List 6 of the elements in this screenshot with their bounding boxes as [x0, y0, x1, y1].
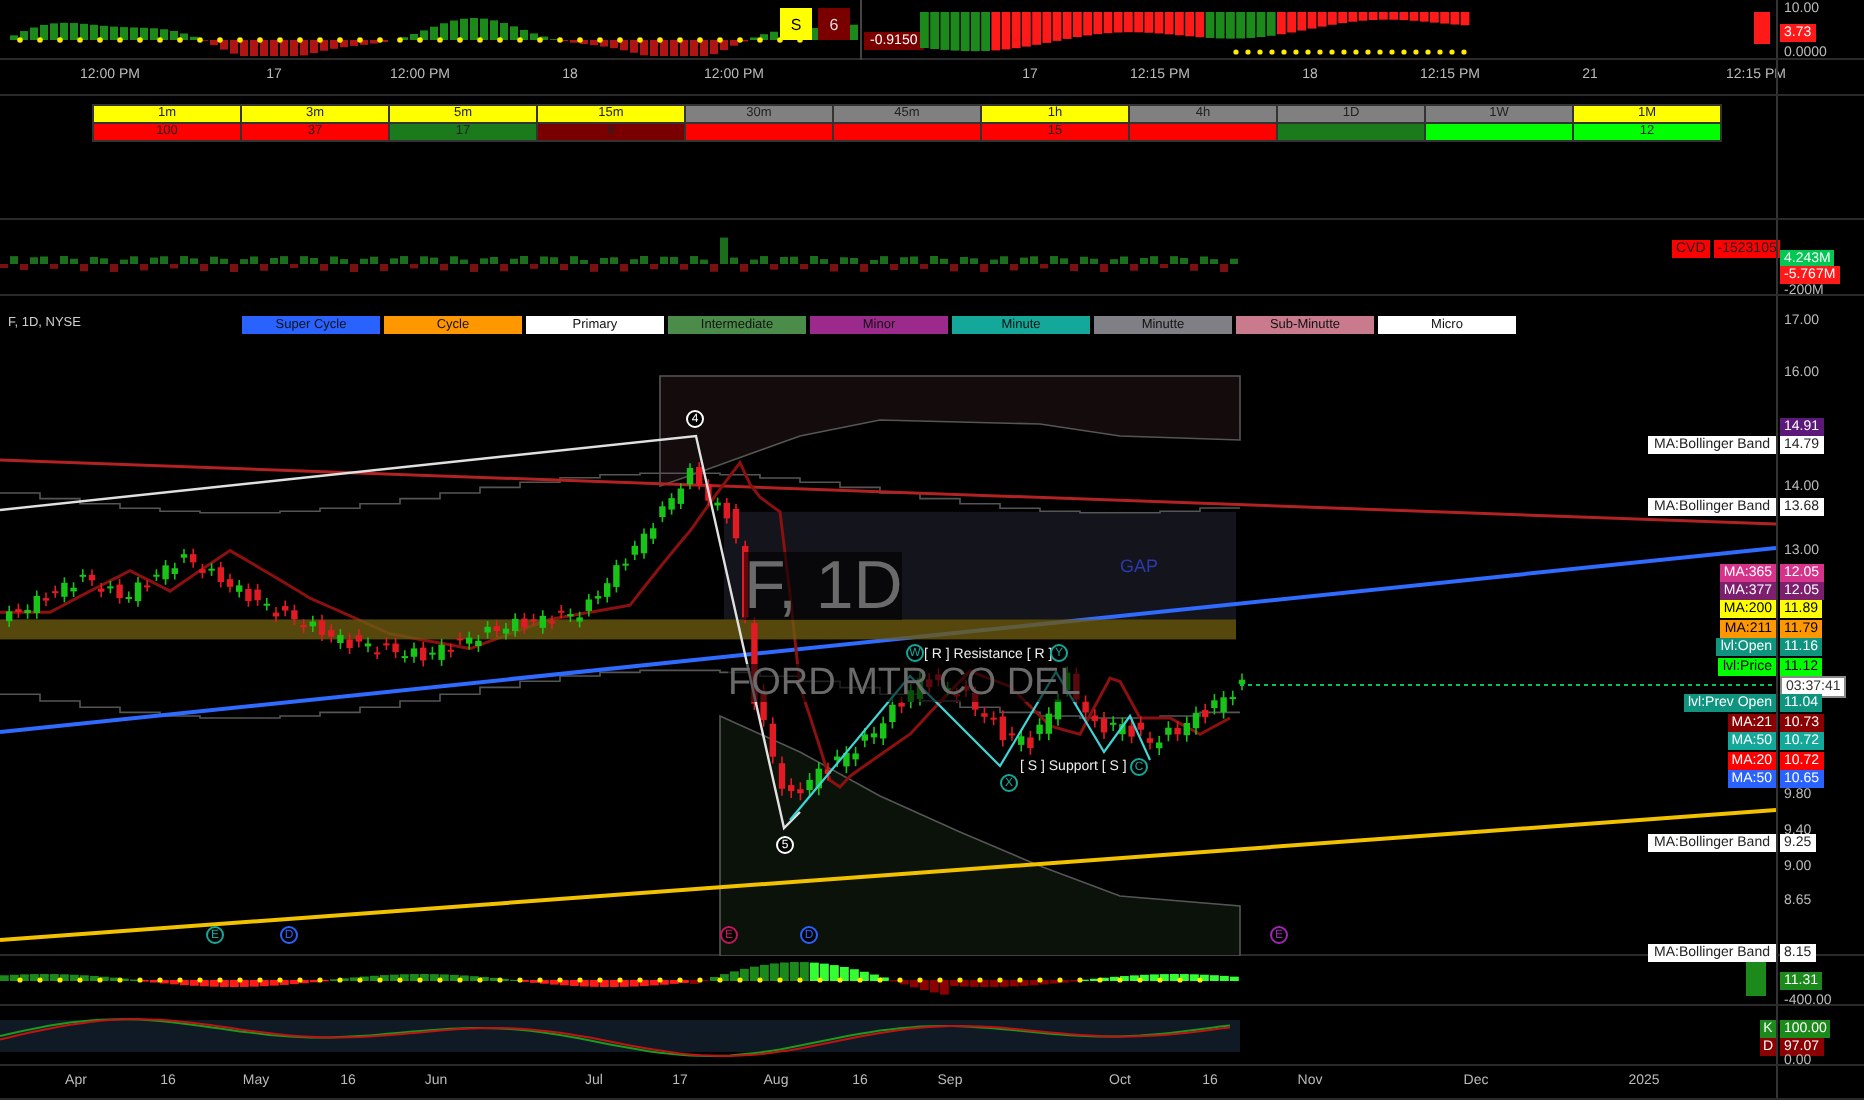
bar-drawing: [1746, 962, 1766, 996]
signal-badge: 6: [818, 8, 850, 40]
bar-drawing: [1754, 12, 1770, 44]
signal-badge: S: [780, 8, 812, 40]
zone-label: GAP: [1120, 556, 1159, 576]
watermark-title: F, 1D: [744, 552, 903, 620]
